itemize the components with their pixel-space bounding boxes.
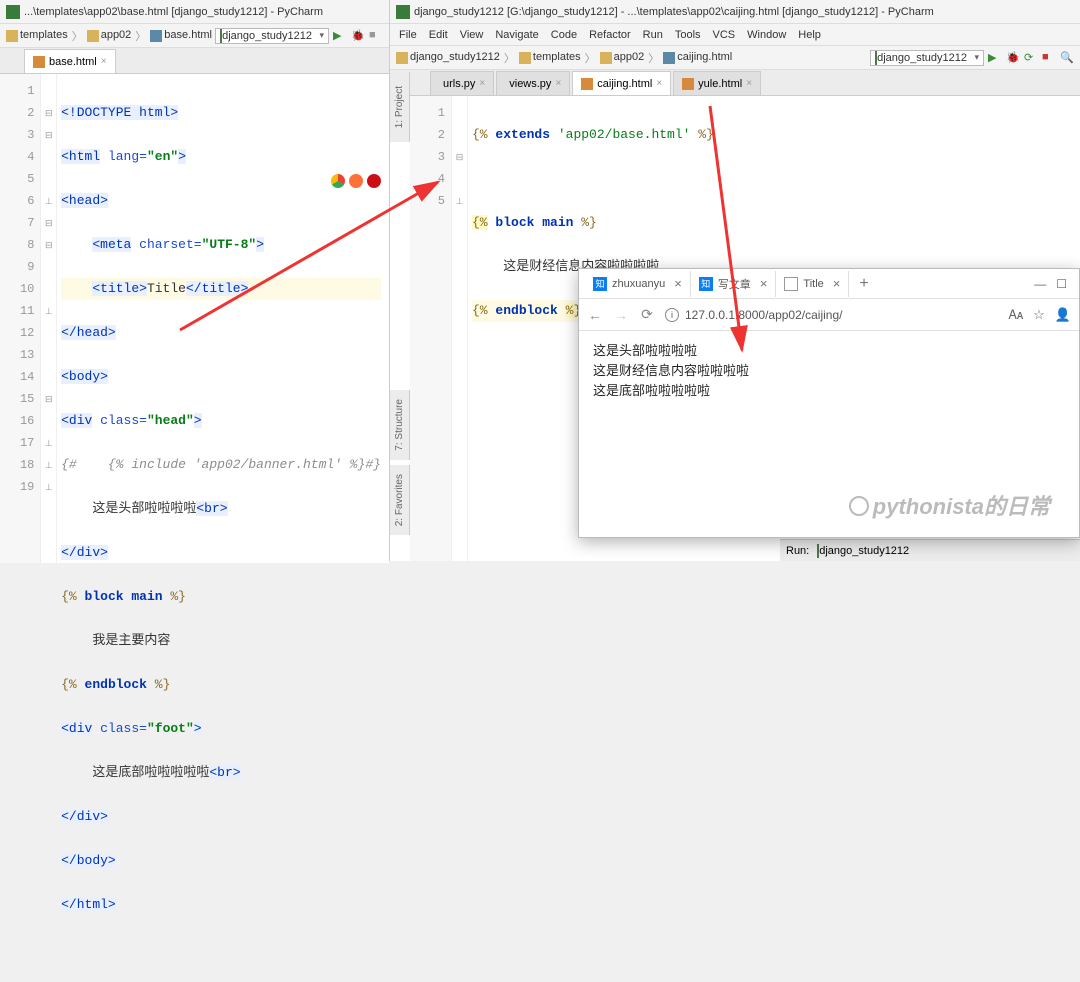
browser-tab-zhuxuanyu[interactable]: 知 zhuxuanyu× bbox=[585, 271, 691, 297]
url-text: 127.0.0.1:8000/app02/caijing/ bbox=[685, 308, 842, 322]
forward-button[interactable]: → bbox=[613, 307, 629, 323]
new-tab-button[interactable]: + bbox=[849, 275, 878, 293]
menu-help[interactable]: Help bbox=[793, 27, 826, 43]
close-icon[interactable]: × bbox=[479, 78, 485, 89]
editor-left[interactable]: 12345 678910 1112131415 16171819 ⊟⊟⊥⊟⊟⊥⊟… bbox=[0, 74, 389, 563]
stop-button[interactable]: ■ bbox=[1042, 51, 1056, 65]
run-config-combo[interactable]: django_study1212 bbox=[215, 28, 329, 44]
maximize-button[interactable]: ☐ bbox=[1056, 277, 1067, 291]
menu-run[interactable]: Run bbox=[638, 27, 668, 43]
editor-tabs-left: base.html × bbox=[0, 48, 389, 74]
breadcrumb-bar-left: templates〉 app02〉 base.html django_study… bbox=[0, 24, 389, 48]
window-title: ...\templates\app02\base.html [django_st… bbox=[24, 6, 323, 18]
html-file-icon bbox=[33, 56, 45, 68]
document-icon bbox=[784, 277, 798, 291]
crumb[interactable]: base.html bbox=[150, 29, 212, 41]
code-area[interactable]: <!DOCTYPE html> <html lang="en"> <head> … bbox=[57, 74, 389, 563]
menu-bar[interactable]: File Edit View Navigate Code Refactor Ru… bbox=[390, 24, 1080, 46]
menu-refactor[interactable]: Refactor bbox=[584, 27, 636, 43]
tab-base-html[interactable]: base.html × bbox=[24, 49, 116, 73]
bookmark-icon[interactable]: ☆ bbox=[1033, 307, 1045, 323]
breadcrumb-bar-right: django_study1212〉 templates〉 app02〉 caij… bbox=[390, 46, 1080, 70]
site-info-icon[interactable]: i bbox=[665, 308, 679, 322]
html-file-icon bbox=[682, 78, 694, 90]
opera-icon[interactable] bbox=[367, 174, 381, 188]
page-line: 这是头部啦啦啦啦 bbox=[593, 341, 1065, 361]
zhihu-icon: 知 bbox=[593, 277, 607, 291]
browser-toolbar: ← → ⟳ i 127.0.0.1:8000/app02/caijing/ 🗛 … bbox=[579, 299, 1079, 331]
page-line: 这是底部啦啦啦啦啦 bbox=[593, 381, 1065, 401]
gutter: 12345 678910 1112131415 16171819 bbox=[0, 74, 41, 563]
zhihu-icon: 知 bbox=[699, 277, 713, 291]
run-config-name[interactable]: django_study1212 bbox=[817, 545, 909, 557]
reload-button[interactable]: ⟳ bbox=[639, 306, 655, 323]
run-label: Run: bbox=[786, 545, 809, 557]
browser-titlebar[interactable]: 知 zhuxuanyu× 知 写文章× Title× + — ☐ bbox=[579, 269, 1079, 299]
editor-tabs-right: urls.py× views.py× caijing.html× yule.ht… bbox=[390, 70, 1080, 96]
menu-vcs[interactable]: VCS bbox=[708, 27, 741, 43]
close-icon[interactable]: × bbox=[674, 276, 682, 291]
close-icon[interactable]: × bbox=[833, 276, 841, 291]
pycharm-window-left: ...\templates\app02\base.html [django_st… bbox=[0, 0, 390, 561]
close-icon[interactable]: × bbox=[760, 276, 768, 291]
firefox-icon[interactable] bbox=[349, 174, 363, 188]
tab-yule-html[interactable]: yule.html× bbox=[673, 71, 761, 95]
page-line: 这是财经信息内容啦啦啦啦 bbox=[593, 361, 1065, 381]
crumb[interactable]: app02 bbox=[87, 29, 132, 41]
menu-window[interactable]: Window bbox=[742, 27, 791, 43]
toolwindow-favorites[interactable]: 2: Favorites bbox=[390, 465, 410, 535]
window-title: django_study1212 [G:\django_study1212] -… bbox=[414, 6, 934, 18]
toolwindow-structure[interactable]: 7: Structure bbox=[390, 390, 410, 460]
run-config-combo[interactable]: django_study1212 bbox=[870, 50, 984, 66]
browser-tab-write[interactable]: 知 写文章× bbox=[691, 271, 777, 297]
close-icon[interactable]: × bbox=[746, 78, 752, 89]
close-icon[interactable]: × bbox=[101, 56, 107, 67]
profile-icon[interactable]: 👤 bbox=[1055, 307, 1071, 323]
tab-views-py[interactable]: views.py× bbox=[496, 71, 570, 95]
back-button[interactable]: ← bbox=[587, 307, 603, 323]
close-icon[interactable]: × bbox=[555, 78, 561, 89]
chrome-browser-window: 知 zhuxuanyu× 知 写文章× Title× + — ☐ ← → ⟳ i… bbox=[578, 268, 1080, 538]
tab-caijing-html[interactable]: caijing.html× bbox=[572, 71, 671, 95]
menu-code[interactable]: Code bbox=[546, 27, 582, 43]
minimize-button[interactable]: — bbox=[1034, 277, 1046, 291]
crumb[interactable]: caijing.html bbox=[663, 51, 732, 63]
pycharm-icon bbox=[6, 5, 20, 19]
menu-edit[interactable]: Edit bbox=[424, 27, 453, 43]
close-icon[interactable]: × bbox=[656, 78, 662, 89]
debug-button[interactable]: 🐞 bbox=[1006, 51, 1020, 65]
stop-button[interactable]: ■ bbox=[369, 29, 383, 43]
address-bar[interactable]: i 127.0.0.1:8000/app02/caijing/ bbox=[665, 308, 998, 322]
titlebar-right: django_study1212 [G:\django_study1212] -… bbox=[390, 0, 1080, 24]
browser-tab-title[interactable]: Title× bbox=[776, 271, 849, 297]
crumb[interactable]: templates bbox=[6, 29, 68, 41]
search-icon[interactable]: 🔍 bbox=[1060, 51, 1074, 65]
translate-icon[interactable]: 🗛 bbox=[1008, 307, 1023, 323]
debug-button[interactable]: 🐞 bbox=[351, 29, 365, 43]
run-button[interactable]: ▶ bbox=[333, 29, 347, 43]
menu-file[interactable]: File bbox=[394, 27, 422, 43]
fold-column[interactable]: ⊟⊟⊥⊟⊟⊥⊟⊥⊥⊥ bbox=[41, 74, 57, 563]
crumb[interactable]: app02 bbox=[600, 51, 645, 63]
menu-view[interactable]: View bbox=[455, 27, 489, 43]
pycharm-icon bbox=[396, 5, 410, 19]
toolwindow-project[interactable]: 1: Project bbox=[390, 72, 410, 142]
gutter: 12345 bbox=[410, 96, 452, 561]
titlebar-left: ...\templates\app02\base.html [django_st… bbox=[0, 0, 389, 24]
menu-tools[interactable]: Tools bbox=[670, 27, 706, 43]
browser-viewport: 这是头部啦啦啦啦 这是财经信息内容啦啦啦啦 这是底部啦啦啦啦啦 bbox=[579, 331, 1079, 411]
run-toolwindow-tab[interactable]: Run: django_study1212 bbox=[780, 539, 1080, 561]
fold-column[interactable]: ⊟⊥ bbox=[452, 96, 468, 561]
crumb[interactable]: django_study1212 bbox=[396, 51, 500, 63]
tab-urls-py[interactable]: urls.py× bbox=[430, 71, 494, 95]
html-file-icon bbox=[581, 78, 593, 90]
rerun-button[interactable]: ⟳ bbox=[1024, 51, 1038, 65]
chrome-icon[interactable] bbox=[331, 174, 345, 188]
menu-navigate[interactable]: Navigate bbox=[490, 27, 543, 43]
browser-preview-icons[interactable] bbox=[331, 174, 381, 188]
run-button[interactable]: ▶ bbox=[988, 51, 1002, 65]
crumb[interactable]: templates bbox=[519, 51, 581, 63]
